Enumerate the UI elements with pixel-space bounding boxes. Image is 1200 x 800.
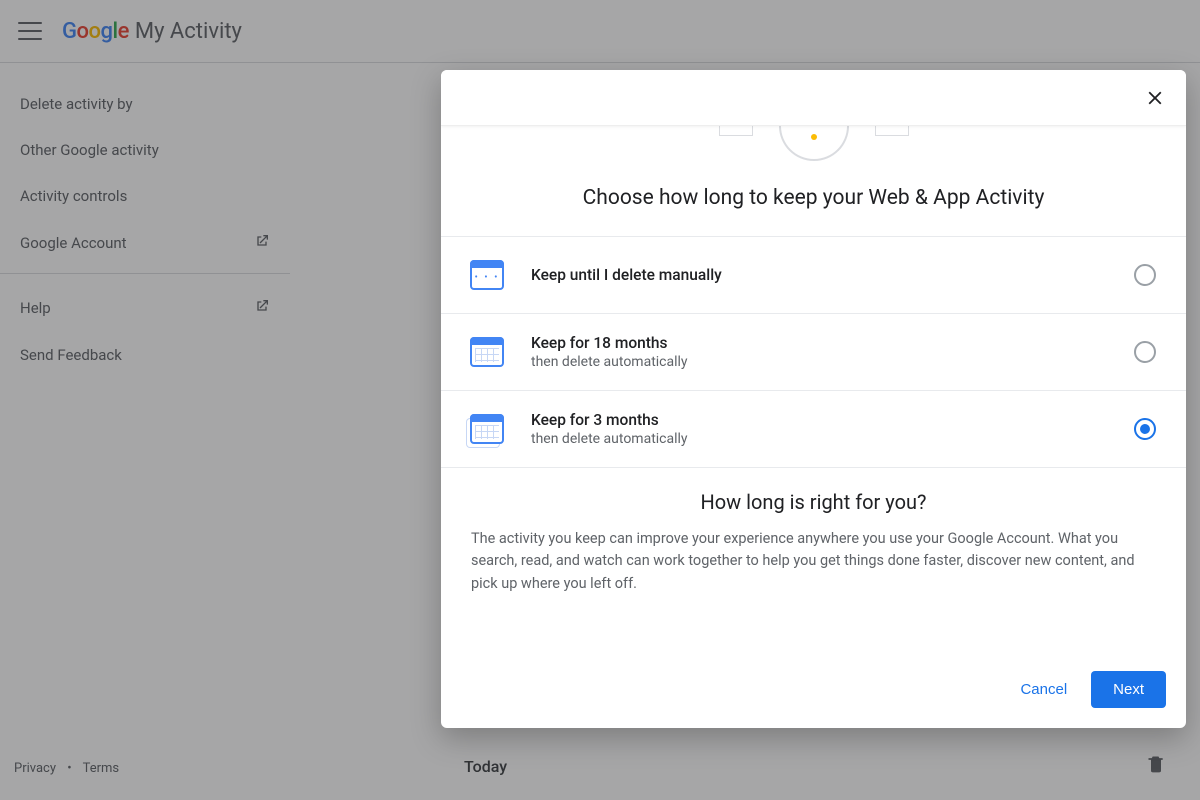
- option-keep-until-manual[interactable]: Keep until I delete manually: [441, 237, 1186, 314]
- radio-button[interactable]: [1134, 418, 1156, 440]
- option-subtitle: then delete automatically: [531, 431, 1134, 447]
- option-keep-18-months[interactable]: Keep for 18 months then delete automatic…: [441, 314, 1186, 391]
- option-title: Keep until I delete manually: [531, 266, 1134, 284]
- dialog-illustration: [441, 126, 1186, 178]
- option-title: Keep for 18 months: [531, 334, 1134, 352]
- cancel-button[interactable]: Cancel: [1006, 671, 1081, 708]
- radio-button[interactable]: [1134, 341, 1156, 363]
- dialog-title: Choose how long to keep your Web & App A…: [441, 178, 1186, 236]
- dialog-explain: How long is right for you? The activity …: [441, 468, 1186, 599]
- option-subtitle: then delete automatically: [531, 354, 1134, 370]
- next-button[interactable]: Next: [1091, 671, 1166, 708]
- option-keep-3-months[interactable]: Keep for 3 months then delete automatica…: [441, 391, 1186, 468]
- calendar-stack-icon: [465, 409, 509, 449]
- retention-options: Keep until I delete manually Keep for 18…: [441, 236, 1186, 468]
- close-button[interactable]: [1142, 85, 1168, 111]
- dialog-header: [441, 70, 1186, 126]
- app-root: Google My Activity Delete activity by Ot…: [0, 0, 1200, 800]
- radio-button[interactable]: [1134, 264, 1156, 286]
- explain-body: The activity you keep can improve your e…: [471, 528, 1156, 595]
- retention-dialog: Choose how long to keep your Web & App A…: [441, 70, 1186, 728]
- calendar-icon: [465, 255, 509, 295]
- option-title: Keep for 3 months: [531, 411, 1134, 429]
- explain-title: How long is right for you?: [471, 490, 1156, 514]
- calendar-icon: [465, 332, 509, 372]
- dialog-footer: Cancel Next: [441, 655, 1186, 728]
